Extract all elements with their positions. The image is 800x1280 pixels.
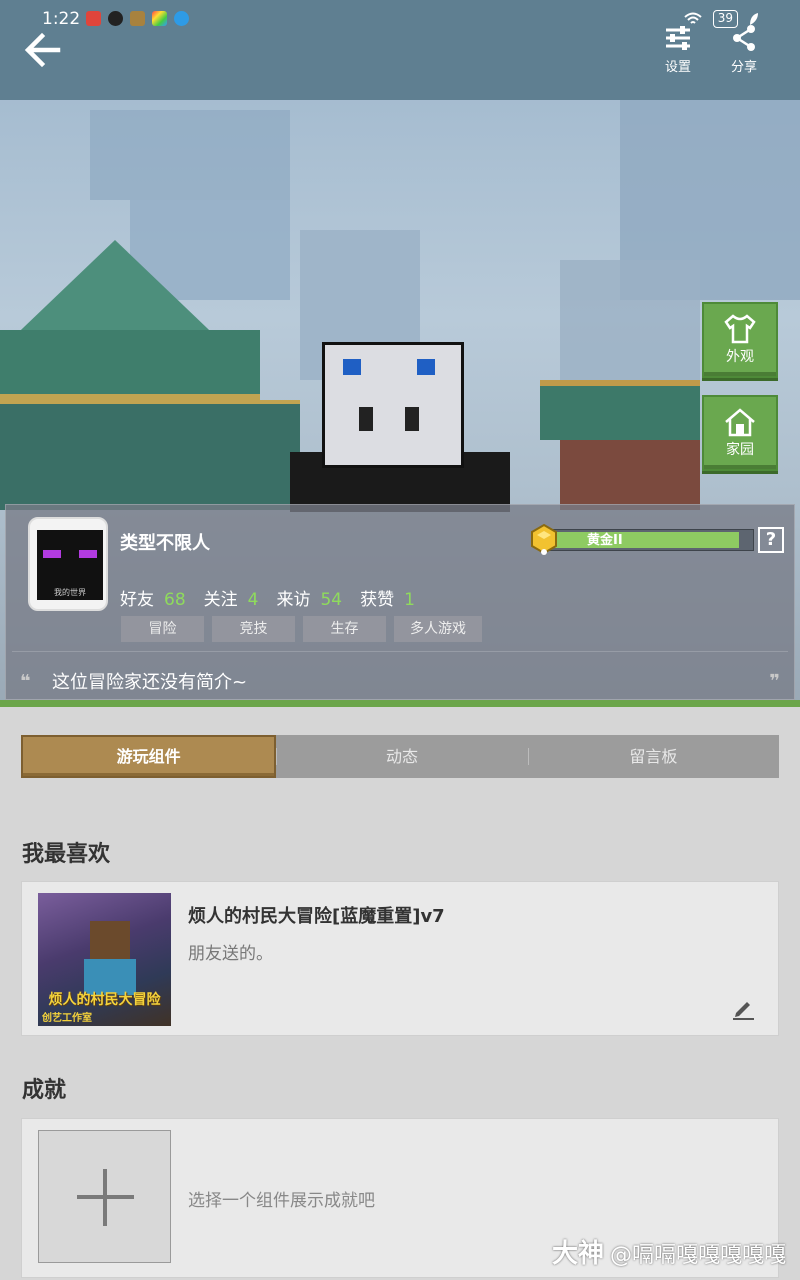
avatar-caption: 我的世界: [54, 588, 86, 597]
thumb-studio: 创艺工作室: [42, 1013, 92, 1024]
gold-cube-icon: [531, 523, 557, 555]
appearance-button[interactable]: 外观: [702, 302, 778, 378]
favorite-item[interactable]: 烦人的村民大冒险 创艺工作室 烦人的村民大冒险[蓝魔重置]v7 朋友送的。: [21, 881, 779, 1036]
home-label: 家园: [726, 442, 754, 458]
avatar-screen: 我的世界: [37, 530, 103, 600]
achievement-placeholder: 选择一个组件展示成就吧: [188, 1191, 375, 1211]
share-button[interactable]: 分享: [717, 24, 771, 75]
favorite-name: 烦人的村民大冒险[蓝魔重置]v7: [188, 906, 445, 927]
qq-icon: [108, 11, 123, 26]
bio-text[interactable]: 这位冒险家还没有简介~: [52, 668, 247, 694]
rank-badge[interactable]: 黄金II: [530, 523, 756, 555]
share-label: 分享: [730, 60, 757, 75]
thumb-title: 烦人的村民大冒险: [48, 992, 161, 1008]
profile-tabs: 游玩组件 动态 留言板: [21, 735, 779, 778]
watermark-user: @嗝嗝嘎嘎嘎嘎嘎: [609, 1243, 786, 1268]
thumb-character-head: [90, 921, 130, 959]
close-quote-icon: ❞: [769, 671, 780, 692]
sliders-icon: [666, 26, 690, 50]
share-icon: [733, 25, 755, 51]
watermark-brand: 大神: [551, 1239, 604, 1269]
favorites-title: 我最喜欢: [22, 842, 111, 867]
pagoda-roof-mid: [0, 330, 260, 400]
rank-progress-bar: 黄金II: [542, 529, 754, 551]
avatar[interactable]: 我的世界: [28, 517, 108, 611]
appearance-label: 外观: [726, 349, 754, 365]
open-quote-icon: ❝: [20, 671, 31, 692]
tag-list: 冒险 竞技 生存 多人游戏: [121, 616, 482, 642]
browser-icon: [174, 11, 189, 26]
shirt-icon: [724, 314, 756, 344]
stat-visitors[interactable]: 来访 54: [276, 585, 342, 610]
watermark: 大神 @嗝嗝嘎嘎嘎嘎嘎: [552, 1233, 786, 1270]
tag-survival: 生存: [303, 616, 386, 642]
status-time: 1:22: [42, 9, 81, 29]
game-icon: [130, 11, 145, 26]
rank-label: 黄金II: [587, 533, 623, 548]
favorite-thumbnail: 烦人的村民大冒险 创艺工作室: [38, 893, 171, 1026]
help-button[interactable]: ?: [758, 527, 784, 553]
profile-card: 我的世界 类型不限人 黄金II ? 好友 68 关注 4 来访 54 获赞 1 冒险 竞…: [5, 504, 795, 700]
tab-message-board[interactable]: 留言板: [527, 735, 779, 778]
bg-pagoda-far: [90, 110, 290, 200]
add-achievement-button[interactable]: [38, 1130, 171, 1263]
temple-wall: [560, 440, 700, 510]
tag-multiplayer: 多人游戏: [394, 616, 482, 642]
tag-adventure: 冒险: [121, 616, 204, 642]
profile-stats: 好友 68 关注 4 来访 54 获赞 1: [120, 585, 415, 610]
pagoda-base: [0, 400, 300, 510]
home-button[interactable]: 家园: [702, 395, 778, 471]
house-icon: [725, 408, 755, 437]
edit-pencil-icon[interactable]: [730, 995, 756, 1021]
stat-likes[interactable]: 获赞 1: [360, 585, 415, 610]
plus-icon: [77, 1169, 134, 1226]
stat-following[interactable]: 关注 4: [204, 585, 259, 610]
app-icon: [152, 11, 167, 26]
nickname: 类型不限人: [120, 533, 210, 554]
back-arrow-icon[interactable]: [22, 30, 62, 70]
achievements-title: 成就: [22, 1078, 67, 1103]
tag-competitive: 竞技: [212, 616, 295, 642]
favorite-description: 朋友送的。: [188, 944, 273, 964]
settings-label: 设置: [664, 60, 691, 75]
tab-components[interactable]: 游玩组件: [21, 735, 277, 778]
rank-progress-fill: [545, 532, 739, 548]
stat-friends[interactable]: 好友 68: [120, 585, 186, 610]
divider: [12, 651, 788, 652]
settings-button[interactable]: 设置: [651, 24, 705, 75]
accent-divider: [0, 700, 800, 707]
top-bar: 1:22 39 设置 分享: [0, 0, 800, 100]
tab-activity[interactable]: 动态: [276, 735, 527, 778]
character-head: [322, 342, 464, 468]
temple-roof: [540, 380, 700, 440]
notification-icon: [86, 11, 101, 26]
